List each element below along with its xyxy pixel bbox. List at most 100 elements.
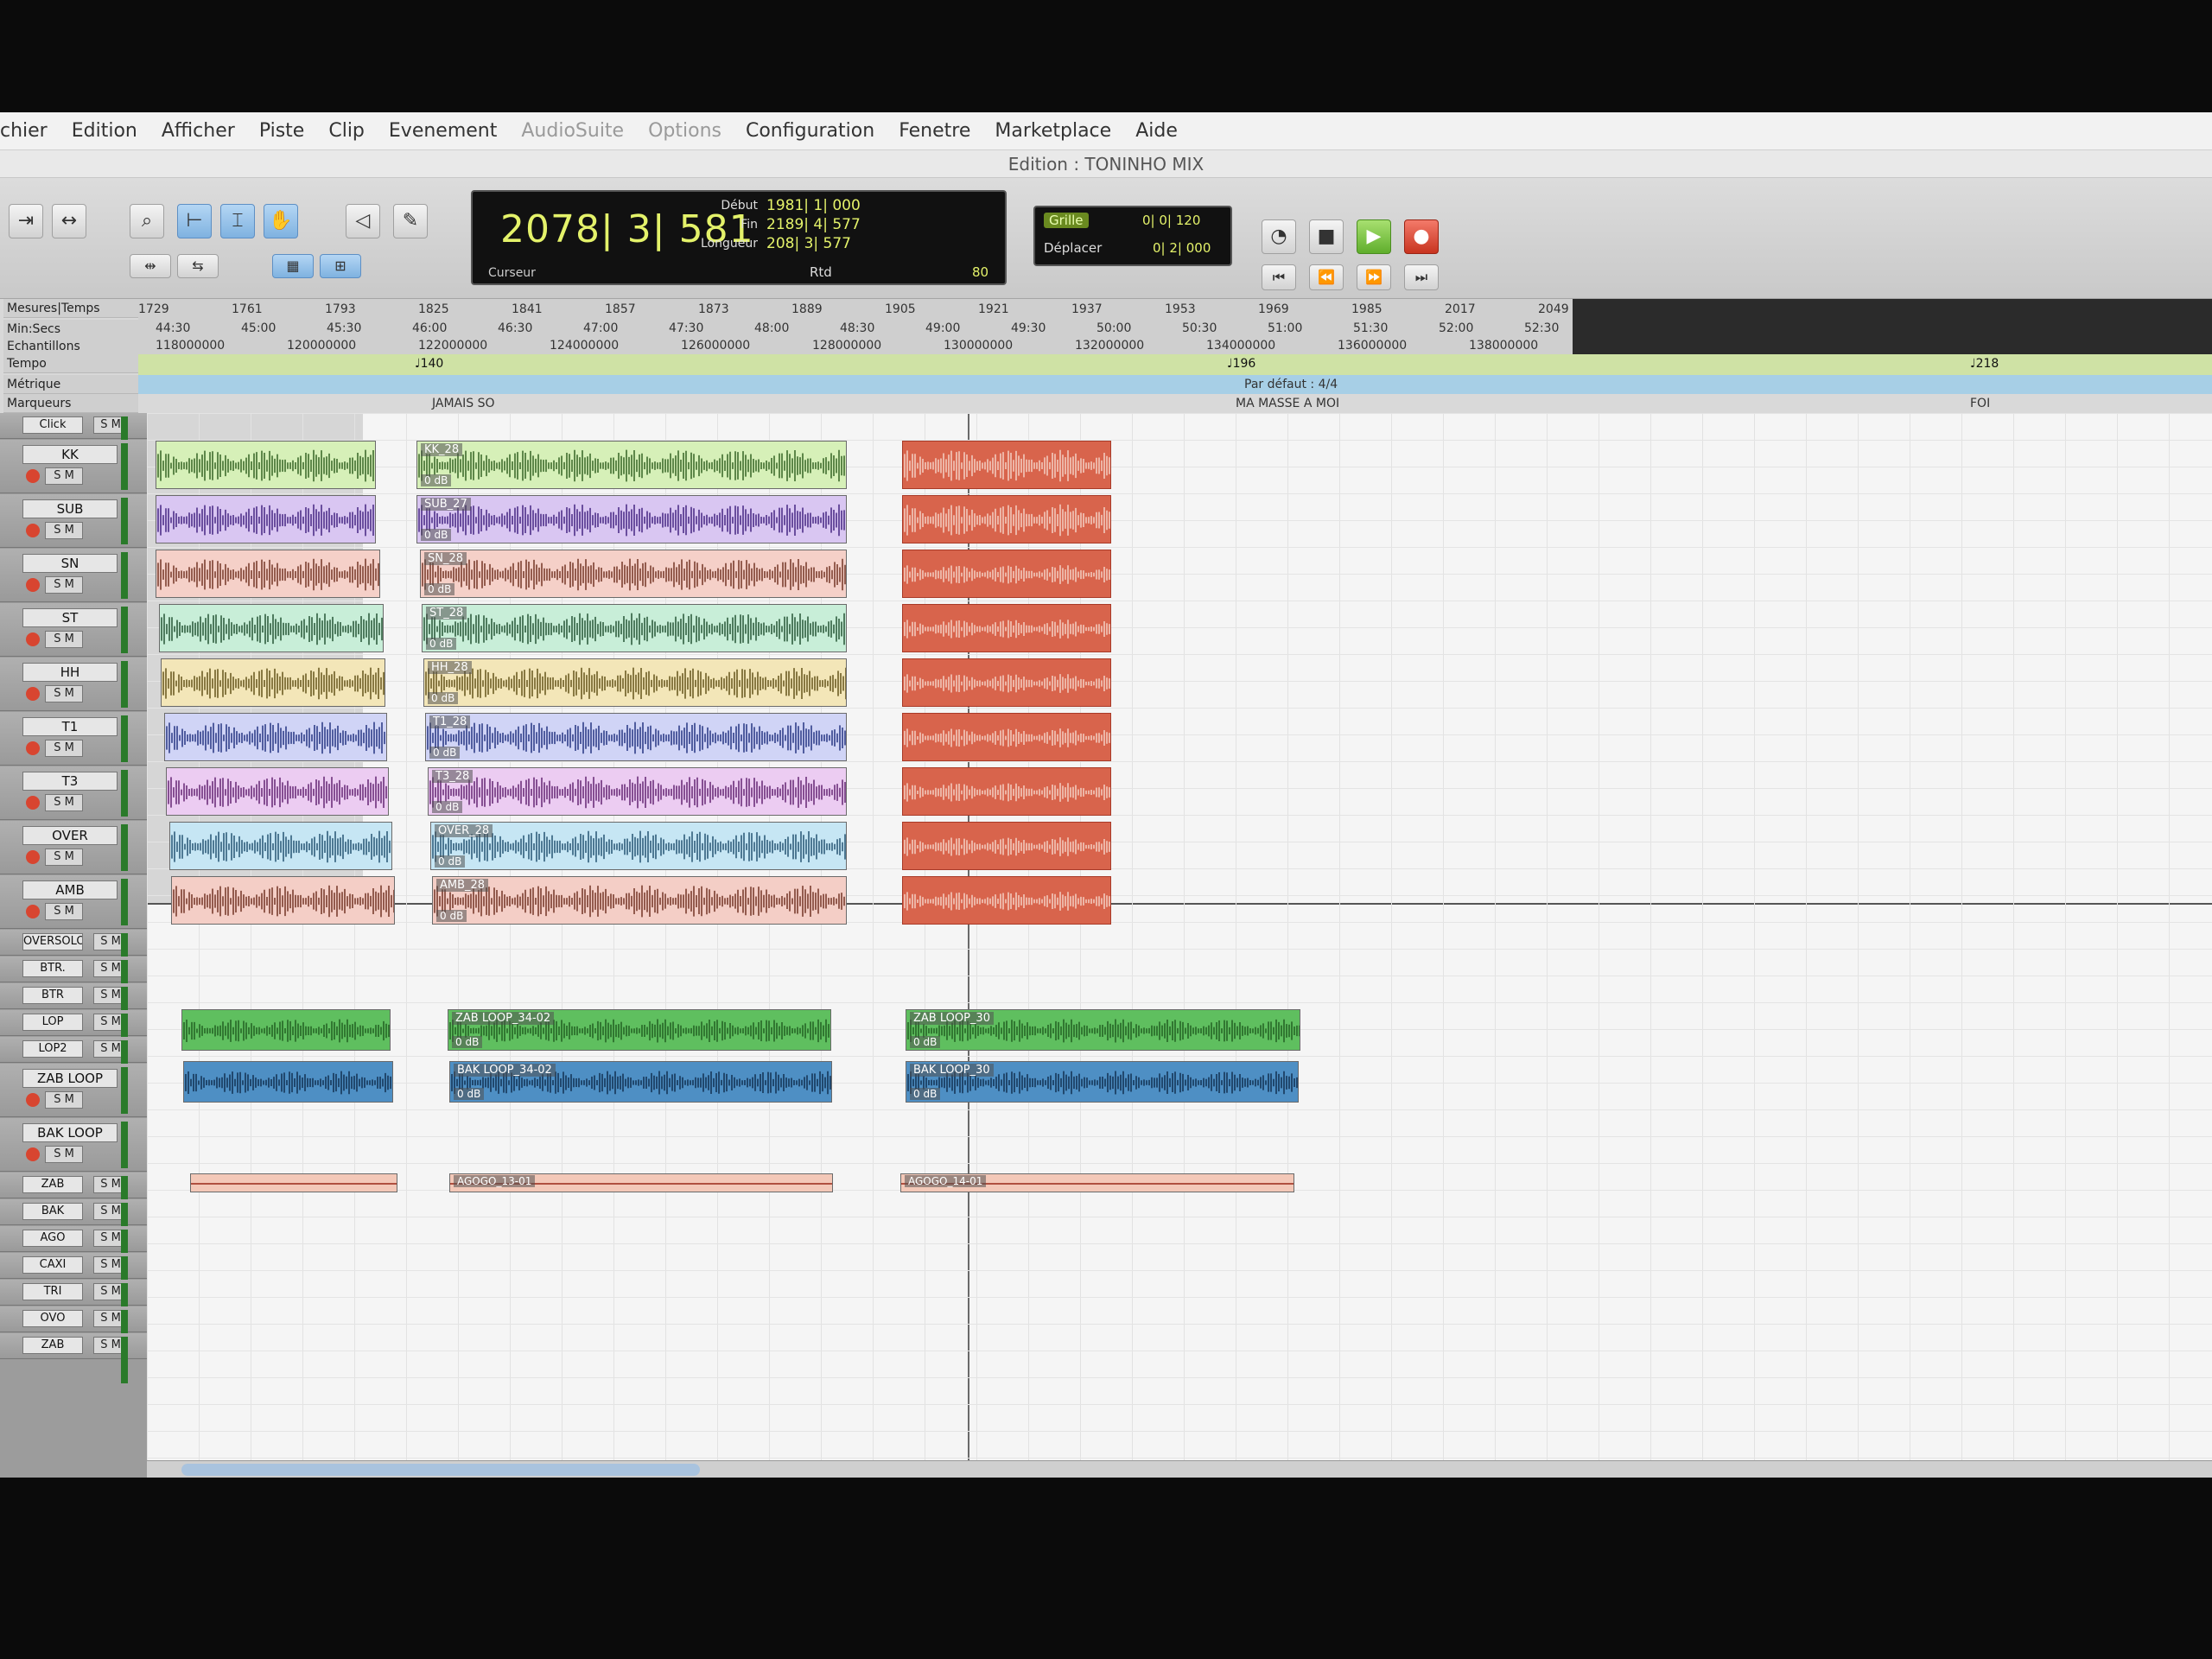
track-name[interactable]: ST [22,608,118,627]
clip-gain[interactable]: 0 dB [454,1088,485,1100]
track-header-zab[interactable]: ZAB S M [0,1333,147,1383]
menu-item-evenement[interactable]: Evenement [389,120,497,142]
menu-item-options[interactable]: Options [648,120,721,142]
track-header-zab[interactable]: ZAB S M [0,1173,147,1223]
record-arm-icon[interactable] [26,578,40,592]
solo-mute-buttons[interactable]: S M [45,522,83,539]
audio-clip[interactable]: OVER_28 0 dB [430,822,847,870]
audio-clip[interactable]: KK_28 0 dB [416,441,847,489]
grid-mode-icon[interactable]: ▦ [272,254,314,278]
audio-clip[interactable] [159,604,384,652]
selected-clip[interactable] [902,495,1111,543]
track-header-zab-loop[interactable]: ZAB LOOP S M [0,1064,147,1117]
zoom-toggle-icon[interactable]: ↔ [52,204,86,238]
selected-clip[interactable] [902,876,1111,925]
menu-item-marketplace[interactable]: Marketplace [995,120,1111,142]
return-to-zero-icon[interactable]: ⏮ [1262,264,1296,290]
track-name[interactable]: Click [22,416,83,434]
audio-clip[interactable]: SN_28 0 dB [420,550,847,598]
tempo-marker[interactable]: ♩218 [1970,357,1999,371]
audio-clip[interactable]: SUB_27 0 dB [416,495,847,543]
track-header-oversolo[interactable]: OVERSOLO S M [0,930,147,980]
marker-label[interactable]: FOI [1970,397,1990,410]
rewind-icon[interactable]: ⏪ [1309,264,1344,290]
solo-mute-buttons[interactable]: S M [45,740,83,757]
track-name[interactable]: AMB [22,880,118,899]
stop-icon[interactable]: ■ [1309,219,1344,254]
clip-gain[interactable]: 0 dB [421,529,452,541]
selected-clip[interactable] [902,441,1111,489]
menu-item-clip[interactable]: Clip [328,120,365,142]
marker-ruler[interactable]: JAMAIS SO MA MASSE A MOI FOI [138,394,2212,413]
clip-gain[interactable]: 0 dB [428,692,459,704]
audio-clip[interactable] [171,876,395,925]
track-name[interactable]: OVO [22,1310,83,1327]
zoom-tool-icon[interactable]: ⌕ [130,204,164,238]
track-header-t3[interactable]: T3 S M [0,766,147,820]
track-header-t1[interactable]: T1 S M [0,712,147,766]
selector-tool-icon[interactable]: ⌶ [220,204,255,238]
track-name[interactable]: HH [22,663,118,682]
audio-clip[interactable]: AMB_28 0 dB [432,876,847,925]
menu-item-chier[interactable]: chier [0,120,48,142]
grille-value[interactable]: 0| 0| 120 [1142,213,1200,228]
record-arm-icon[interactable] [26,1093,40,1107]
agogo-clip[interactable]: AGOGO_14-01 [900,1173,1294,1192]
track-name[interactable]: OVER [22,826,118,845]
menu-item-fenetre[interactable]: Fenetre [899,120,970,142]
clip-gain[interactable]: 0 dB [426,638,457,650]
record-arm-icon[interactable] [26,632,40,646]
track-name[interactable]: SN [22,554,118,573]
track-header-sub[interactable]: SUB S M [0,494,147,548]
solo-mute-buttons[interactable]: S M [45,1146,83,1163]
track-header-kk[interactable]: KK S M [0,440,147,493]
menu-item-audiosuite[interactable]: AudioSuite [521,120,624,142]
track-name[interactable]: ZAB [22,1337,83,1354]
track-header-st[interactable]: ST S M [0,603,147,657]
online-icon[interactable]: ◔ [1262,219,1296,254]
track-header-tri[interactable]: TRI S M [0,1280,147,1330]
clip-gain[interactable]: 0 dB [910,1036,941,1048]
track-name[interactable]: LOP [22,1014,83,1031]
track-header-over[interactable]: OVER S M [0,821,147,874]
scrollbar-thumb[interactable] [181,1464,700,1476]
trim-tool-icon[interactable]: ⊢ [177,204,212,238]
audio-clip[interactable]: ST_28 0 dB [422,604,847,652]
track-header-hh[interactable]: HH S M [0,658,147,711]
track-name[interactable]: ZAB [22,1176,83,1193]
track-name[interactable]: BAK LOOP [22,1123,118,1142]
meter-ruler[interactable]: Par défaut : 4/4 [138,375,2212,394]
clip-gain[interactable]: 0 dB [421,474,452,486]
loop-clip[interactable]: BAK LOOP_30 0 dB [906,1061,1299,1103]
record-arm-icon[interactable] [26,469,40,483]
track-name[interactable]: LOP2 [22,1040,83,1058]
record-arm-icon[interactable] [26,850,40,864]
track-header-caxi[interactable]: CAXI S M [0,1253,147,1303]
track-header-btr-[interactable]: BTR. S M [0,957,147,1007]
audio-clip[interactable] [156,495,376,543]
track-name[interactable]: KK [22,445,118,464]
marker-label[interactable]: JAMAIS SO [432,397,495,410]
scrubber-tool-icon[interactable]: ◁ [346,204,380,238]
selected-clip[interactable] [902,658,1111,707]
track-header-sn[interactable]: SN S M [0,549,147,602]
menu-item-configuration[interactable]: Configuration [746,120,874,142]
loop-clip[interactable]: ZAB LOOP_30 0 dB [906,1009,1300,1051]
track-header-bak[interactable]: BAK S M [0,1199,147,1249]
menu-item-piste[interactable]: Piste [259,120,305,142]
clip-gain[interactable]: 0 dB [432,801,463,813]
solo-mute-buttons[interactable]: S M [45,794,83,811]
loop-clip[interactable] [183,1061,393,1103]
track-header-click[interactable]: Click S M [0,413,147,463]
track-header-ago[interactable]: AGO S M [0,1226,147,1276]
deplacer-value[interactable]: 0| 2| 000 [1153,240,1211,256]
record-icon[interactable]: ● [1404,219,1439,254]
audio-clip[interactable]: T3_28 0 dB [428,767,847,816]
audio-clip[interactable]: HH_28 0 dB [423,658,847,707]
track-name[interactable]: BAK [22,1203,83,1220]
menu-item-afficher[interactable]: Afficher [162,120,235,142]
tempo-marker[interactable]: ♩196 [1227,357,1255,371]
audio-clip[interactable] [156,441,376,489]
clip-gain[interactable]: 0 dB [910,1088,941,1100]
selected-clip[interactable] [902,604,1111,652]
